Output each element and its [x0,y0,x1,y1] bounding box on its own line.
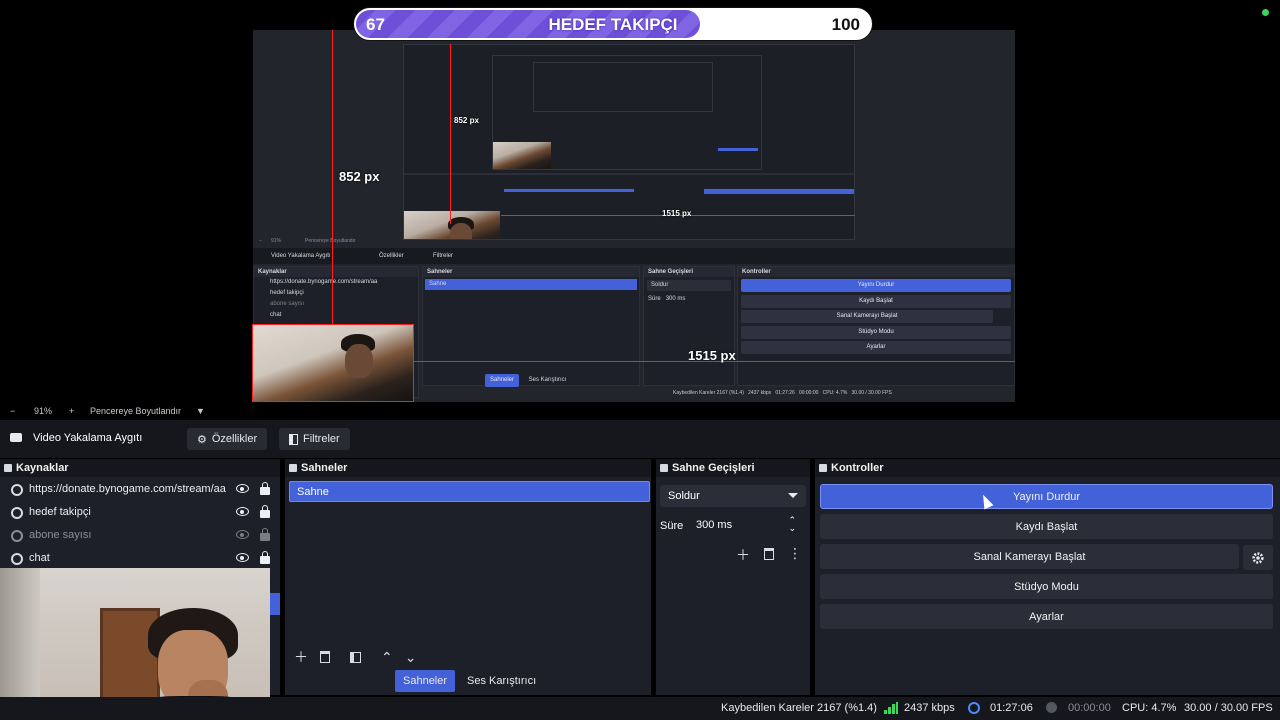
scenes-title: Sahneler [301,462,348,474]
source-item[interactable]: hedef takipçi [0,502,280,524]
globe-icon [11,530,23,542]
start-virtual-camera-button[interactable]: Sanal Kamerayı Başlat [820,544,1239,569]
transitions-dock: Sahne Geçişleri Soldur Süre 300 ms ⌃ ⌄ ＋… [656,459,810,695]
transition-select[interactable]: Soldur [660,485,806,507]
preview-area[interactable]: 852 px 1515 px − 91% Pencereye Boyutland… [0,0,1280,402]
filters-button[interactable]: Filtreler [279,428,350,450]
lock-icon[interactable] [260,528,270,541]
duration-label: Süre [660,520,684,532]
goal-bar: 67 HEDEF TAKIPÇI 100 [353,7,873,41]
globe-icon [11,507,23,519]
spin-down-icon[interactable]: ⌄ [788,523,796,534]
tab-audio-mixer[interactable]: Ses Karıştırıcı [459,670,544,692]
zoom-out-button[interactable]: − [10,406,15,416]
resize-to-window-label[interactable]: Pencereye Boyutlandır [90,406,181,416]
measure-horizontal-l1: 1515 px [688,348,736,363]
cpu-usage: CPU: 4.7% [1122,702,1177,714]
zoom-bar: − 91% + Pencereye Boyutlandır ▼ [0,402,1280,420]
plus-icon[interactable]: ＋ [294,647,308,667]
goal-target-value: 100 [831,15,860,34]
settings-button[interactable]: Ayarlar [820,604,1273,629]
scenes-dock: Sahneler Sahne ＋ ⌃ ⌄ [285,459,651,695]
dock-tabs: Sahneler Ses Karıştırıcı [395,670,544,692]
record-icon [1046,702,1057,713]
stop-stream-button[interactable]: Yayını Durdur [820,484,1273,509]
duration-spinbox[interactable]: 300 ms ⌃ ⌄ [688,514,806,536]
chevron-up-icon[interactable]: ⌃ [381,649,393,666]
measure-vertical-l1: 852 px [339,169,380,184]
scene-item-selected[interactable]: Sahne [289,481,650,502]
trash-icon[interactable] [764,548,774,560]
chevron-down-icon[interactable]: ⌄ [405,649,417,666]
gear-icon [1252,551,1264,564]
filter-icon [289,433,298,445]
fps: 30.00 / 30.00 FPS [1184,702,1273,714]
nested-webcam-level3 [493,142,551,169]
zoom-in-button[interactable]: + [69,406,74,416]
studio-mode-button[interactable]: Stüdyo Modu [820,574,1273,599]
dropped-frames: Kaybedilen Kareler 2167 (%1.4) [721,702,877,714]
current-source-name: Video Yakalama Aygıtı [33,432,143,444]
measure-horizontal-l2: 1515 px [662,209,692,218]
dock-grip-icon[interactable] [289,464,297,472]
source-item[interactable]: https://donate.bynogame.com/stream/aa [0,479,280,501]
tab-scenes[interactable]: Sahneler [395,670,456,692]
camera-icon [10,433,22,442]
stream-icon [968,702,980,714]
bitrate: 2437 kbps [904,702,955,714]
source-item[interactable]: abone sayısı [0,525,280,547]
controls-dock: Kontroller Yayını Durdur Kaydı Başlat Sa… [815,459,1280,695]
globe-icon [11,553,23,565]
sources-title: Kaynaklar [16,462,69,474]
status-bar: Kaybedilen Kareler 2167 (%1.4) 2437 kbps… [0,697,1280,720]
visibility-eye-icon[interactable] [236,507,249,516]
start-recording-button[interactable]: Kaydı Başlat [820,514,1273,539]
gear-icon: ⚙ [197,433,207,446]
nested-capture-level4 [533,62,713,112]
properties-button[interactable]: ⚙ Özellikler [187,428,268,450]
scenes-toolbar: ＋ ⌃ ⌄ [294,647,416,667]
trash-icon[interactable] [320,651,330,663]
lock-icon[interactable] [260,505,270,518]
sources-selected-edge [270,593,280,615]
visibility-eye-icon[interactable] [236,553,249,562]
selection-box[interactable] [252,324,414,402]
visibility-hidden-icon[interactable] [236,530,249,539]
measure-vertical-l2: 852 px [454,116,479,125]
source-item[interactable]: chat [0,548,280,570]
stream-time: 01:27:06 [990,702,1033,714]
nested-capture-level3 [492,55,762,170]
visibility-eye-icon[interactable] [236,484,249,493]
signal-bars-icon [884,702,898,714]
dock-grip-icon[interactable] [660,464,668,472]
transitions-toolbar: ＋ ⋮ [736,545,802,565]
controls-title: Kontroller [831,462,884,474]
chevron-down-icon[interactable]: ▼ [196,406,205,416]
globe-icon [11,484,23,496]
dock-grip-icon[interactable] [4,464,12,472]
filter-icon[interactable] [350,651,361,663]
dock-grip-icon[interactable] [819,464,827,472]
nested-capture-level2 [403,44,855,240]
live-status-dot [1262,9,1269,16]
record-time: 00:00:00 [1068,702,1111,714]
chevron-down-icon [788,493,798,498]
transitions-title: Sahne Geçişleri [672,462,755,474]
guide-line-vertical-l1 [332,30,333,325]
lock-icon[interactable] [260,551,270,564]
goal-title: HEDEF TAKIPÇI [548,15,678,34]
source-toolbar: Video Yakalama Aygıtı ⚙ Özellikler Filtr… [0,420,1280,458]
virtual-camera-settings-button[interactable] [1243,545,1273,570]
more-vertical-icon[interactable]: ⋮ [788,545,802,565]
plus-icon[interactable]: ＋ [736,545,750,565]
guide-line-vertical-l2 [450,44,451,224]
lock-icon[interactable] [260,482,270,495]
zoom-level: 91% [34,406,53,416]
